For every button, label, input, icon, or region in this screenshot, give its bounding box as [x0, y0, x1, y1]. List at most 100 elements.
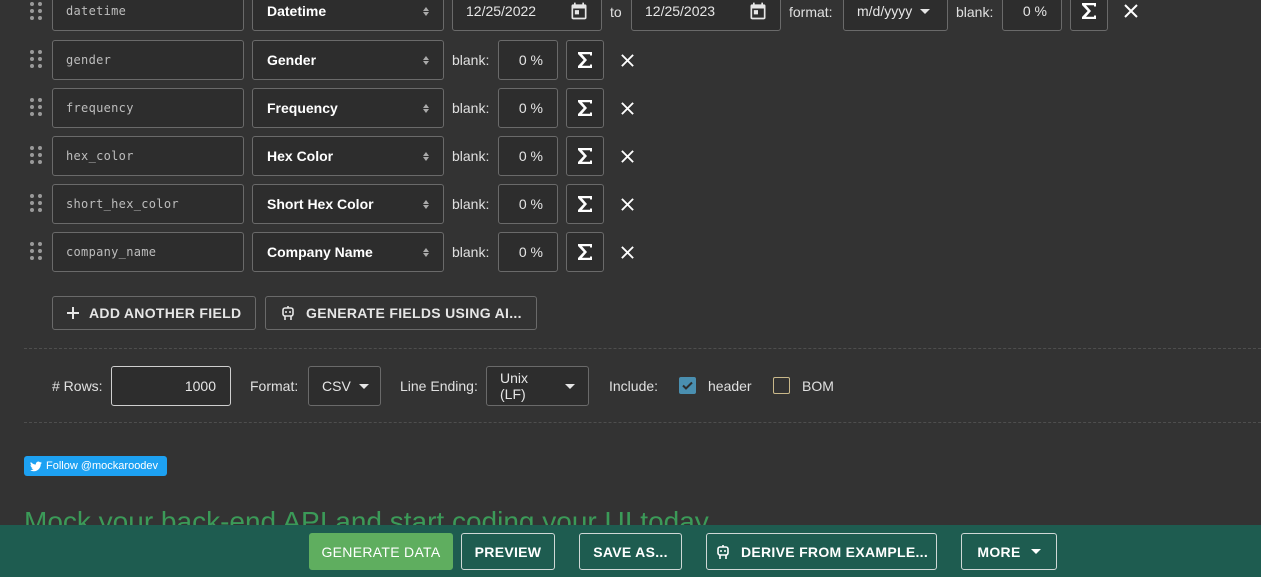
updown-icon [423, 6, 429, 16]
preview-button[interactable]: PREVIEW [461, 533, 555, 570]
field-name-input[interactable]: datetime [52, 0, 244, 31]
twitter-follow-button[interactable]: Follow @mockaroodev [24, 456, 167, 476]
header-label: header [708, 378, 752, 394]
line-ending-value: Unix (LF) [500, 370, 529, 402]
updown-icon [423, 199, 429, 209]
derive-label: DERIVE FROM EXAMPLE... [740, 543, 929, 560]
calendar-icon[interactable] [569, 1, 589, 21]
caret-down-icon [1030, 549, 1041, 554]
caret-down-icon [565, 383, 575, 389]
blank-percent-input[interactable]: 0 % [498, 232, 558, 272]
drag-handle-icon[interactable] [30, 242, 42, 260]
drag-handle-icon[interactable] [30, 194, 42, 212]
date-to-label: to [610, 4, 622, 20]
preview-label: PREVIEW [474, 543, 542, 560]
sigma-icon[interactable] [1070, 0, 1108, 31]
blank-percent-input[interactable]: 0 % [498, 40, 558, 80]
more-label: MORE [977, 543, 1021, 560]
field-name-input[interactable]: gender [52, 40, 244, 80]
line-ending-label: Line Ending: [400, 378, 478, 394]
checkbox-icon [682, 381, 693, 390]
derive-button[interactable]: DERIVE FROM EXAMPLE... [706, 533, 937, 570]
generate-data-label: GENERATE DATA [321, 543, 441, 560]
field-type-label: Gender [267, 52, 317, 68]
blank-label: blank: [452, 196, 490, 212]
add-field-button[interactable]: ADD ANOTHER FIELD [52, 296, 257, 330]
save-as-button[interactable]: SAVE AS... [579, 533, 682, 570]
drag-handle-icon[interactable] [30, 50, 42, 68]
field-type-select[interactable]: Company Name [252, 232, 444, 272]
date-to-value: 12/25/2023 [645, 3, 716, 19]
generate-ai-button[interactable]: GENERATE FIELDS USING AI... [265, 296, 537, 330]
date-from-value: 12/25/2022 [466, 3, 537, 19]
field-type-select[interactable]: Hex Color [252, 136, 444, 176]
format-select[interactable]: CSV [308, 366, 381, 406]
twitter-follow-label: Follow @mockaroodev [46, 460, 159, 472]
footer-action-bar: GENERATE DATA PREVIEW SAVE AS... DERIVE … [0, 525, 1261, 577]
blank-percent-input[interactable]: 0 % [498, 88, 558, 128]
field-name-input[interactable]: short_hex_color [52, 184, 244, 224]
field-type-select[interactable]: Datetime [252, 0, 444, 31]
generate-ai-label: GENERATE FIELDS USING AI... [306, 305, 522, 321]
close-icon[interactable] [616, 145, 638, 167]
robot-icon [717, 544, 729, 559]
close-icon[interactable] [616, 241, 638, 263]
blank-label: blank: [452, 244, 490, 260]
format-value: CSV [322, 378, 351, 394]
save-as-label: SAVE AS... [593, 543, 668, 560]
drag-handle-icon[interactable] [30, 146, 42, 164]
more-button[interactable]: MORE [961, 533, 1057, 570]
generate-data-button[interactable]: GENERATE DATA [309, 533, 453, 570]
sigma-icon[interactable] [566, 40, 604, 80]
twitter-bird-icon [30, 461, 42, 471]
blank-percent-input[interactable]: 0 % [1002, 0, 1062, 31]
sigma-icon[interactable] [566, 136, 604, 176]
field-type-label: Datetime [267, 3, 327, 19]
drag-handle-icon[interactable] [30, 2, 42, 20]
format-label: Format: [250, 378, 299, 394]
field-type-label: Company Name [267, 244, 373, 260]
calendar-icon[interactable] [748, 1, 768, 21]
field-type-label: Hex Color [267, 148, 334, 164]
sigma-icon[interactable] [566, 232, 604, 272]
blank-percent-input[interactable]: 0 % [498, 184, 558, 224]
field-type-select[interactable]: Frequency [252, 88, 444, 128]
blank-percent-input[interactable]: 0 % [498, 136, 558, 176]
date-from-input[interactable]: 12/25/2022 [452, 0, 602, 31]
add-field-label: ADD ANOTHER FIELD [89, 305, 242, 321]
line-ending-select[interactable]: Unix (LF) [486, 366, 589, 406]
robot-icon [282, 306, 294, 320]
close-icon[interactable] [1120, 0, 1142, 22]
sigma-icon[interactable] [566, 88, 604, 128]
sigma-icon[interactable] [566, 184, 604, 224]
rows-input[interactable]: 1000 [111, 366, 231, 406]
close-icon[interactable] [616, 49, 638, 71]
blank-label: blank: [956, 4, 994, 20]
updown-icon [423, 151, 429, 161]
field-type-label: Short Hex Color [267, 196, 374, 212]
drag-handle-icon[interactable] [30, 98, 42, 116]
plus-icon [67, 307, 79, 319]
blank-label: blank: [452, 100, 490, 116]
blank-label: blank: [452, 148, 490, 164]
date-to-input[interactable]: 12/25/2023 [631, 0, 781, 31]
close-icon[interactable] [616, 97, 638, 119]
close-icon[interactable] [616, 193, 638, 215]
field-type-select[interactable]: Short Hex Color [252, 184, 444, 224]
field-name-input[interactable]: hex_color [52, 136, 244, 176]
bom-checkbox[interactable] [773, 377, 790, 394]
blank-label: blank: [452, 52, 490, 68]
field-name-input[interactable]: frequency [52, 88, 244, 128]
divider [24, 348, 1261, 349]
updown-icon [423, 103, 429, 113]
date-format-select[interactable]: m/d/yyyy [843, 0, 948, 31]
field-type-select[interactable]: Gender [252, 40, 444, 80]
rows-label: # Rows: [52, 378, 103, 394]
updown-icon [423, 55, 429, 65]
header-checkbox[interactable] [679, 377, 696, 394]
caret-down-icon [920, 8, 931, 14]
field-name-input[interactable]: company_name [52, 232, 244, 272]
format-label: format: [789, 4, 833, 20]
include-label: Include: [609, 378, 659, 394]
divider [24, 422, 1261, 423]
